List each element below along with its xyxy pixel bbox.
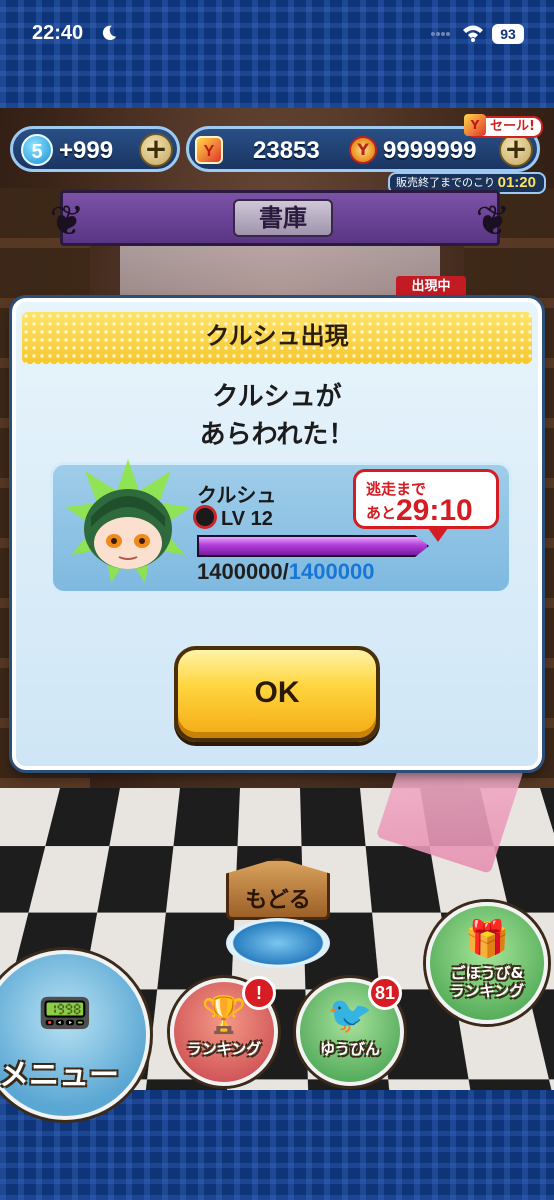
- ranking-alert-badge: !: [242, 976, 276, 1010]
- ymoney-icon: Y: [195, 136, 223, 164]
- back-pedestal: [226, 918, 330, 968]
- ymoney-sale-icon: Y: [464, 114, 486, 136]
- ymoney-value: 23853: [253, 137, 320, 164]
- ranking-label: ランキング: [186, 1040, 262, 1058]
- battery-indicator: 93: [492, 24, 524, 44]
- enemy-info-card: クルシュ LV 12 1400000/1400000 逃走まで あと 29:10: [50, 459, 512, 594]
- mail-button[interactable]: 🐦 ゆうびん 81: [296, 976, 404, 1086]
- hp-bar: [197, 535, 429, 557]
- sale-timer-label: 販売終了までのこり: [396, 176, 495, 189]
- moon-icon: [102, 25, 117, 41]
- location-name: 書庫: [233, 199, 333, 237]
- hp-current: 1400000: [197, 559, 283, 584]
- dialog-message: クルシュが あらわれた！: [199, 382, 355, 450]
- spirit-counter: 5 +999 +: [10, 126, 180, 172]
- signal-icon: [431, 32, 450, 36]
- hp-readout: 1400000/1400000: [197, 559, 374, 585]
- ok-button[interactable]: OK: [174, 646, 380, 742]
- coin-value: 9999999: [383, 137, 477, 164]
- kurushu-portrait-icon: [65, 459, 191, 583]
- encounter-dialog: クルシュ出現 クルシュが あらわれた！ クルシュ LV 12 1400000/1…: [12, 298, 542, 770]
- sale-label: セール!: [490, 119, 535, 134]
- ranking-button[interactable]: 🏆 ランキング !: [170, 976, 278, 1086]
- flee-label-bottom: あと: [366, 504, 397, 522]
- coin-icon: Y: [349, 136, 377, 164]
- spirit-plus-button[interactable]: +: [139, 133, 173, 167]
- reward-label: ごほうび& ランキング: [449, 964, 525, 1000]
- tribe-icon: [193, 505, 217, 529]
- mail-count-badge: 81: [368, 976, 402, 1010]
- location-banner: ❦ 書庫 ❦: [49, 190, 511, 246]
- trophy-icon: 🏆: [201, 995, 247, 1036]
- status-bar: 22:40 93: [0, 0, 554, 70]
- reward-ranking-button[interactable]: 🎁 ごほうび& ランキング: [426, 902, 548, 1024]
- hp-max: 1400000: [288, 559, 375, 584]
- menu-label: メニュー: [0, 1058, 119, 1093]
- sale-timer-value: 01:20: [497, 174, 536, 191]
- hp-bar-fill: [199, 537, 427, 555]
- gift-icon: 🎁: [464, 919, 510, 960]
- enemy-level-text: LV 12: [221, 508, 273, 530]
- enemy-name: クルシュ: [197, 483, 277, 507]
- status-time: 22:40: [32, 22, 84, 44]
- mail-bird-icon: 🐦: [327, 995, 373, 1036]
- spirit-value: +999: [59, 137, 114, 164]
- flee-timer-bubble: 逃走まで あと 29:10: [353, 469, 499, 542]
- wifi-icon: [463, 25, 483, 42]
- enemy-level: LV 12: [193, 505, 273, 533]
- appearing-tag: 出現中: [396, 276, 466, 298]
- flee-time: 29:10: [396, 494, 473, 527]
- ornament-right-icon: ❦: [475, 196, 511, 245]
- mail-label: ゆうびん: [319, 1040, 380, 1058]
- spirit-level-icon: 5: [21, 134, 53, 166]
- dialog-title: クルシュ出現: [205, 322, 349, 350]
- coin-plus-button[interactable]: +: [499, 133, 533, 167]
- watch-icon: 📟: [37, 988, 93, 1039]
- ornament-left-icon: ❦: [49, 196, 85, 245]
- sale-badge[interactable]: Y セール!: [464, 114, 543, 138]
